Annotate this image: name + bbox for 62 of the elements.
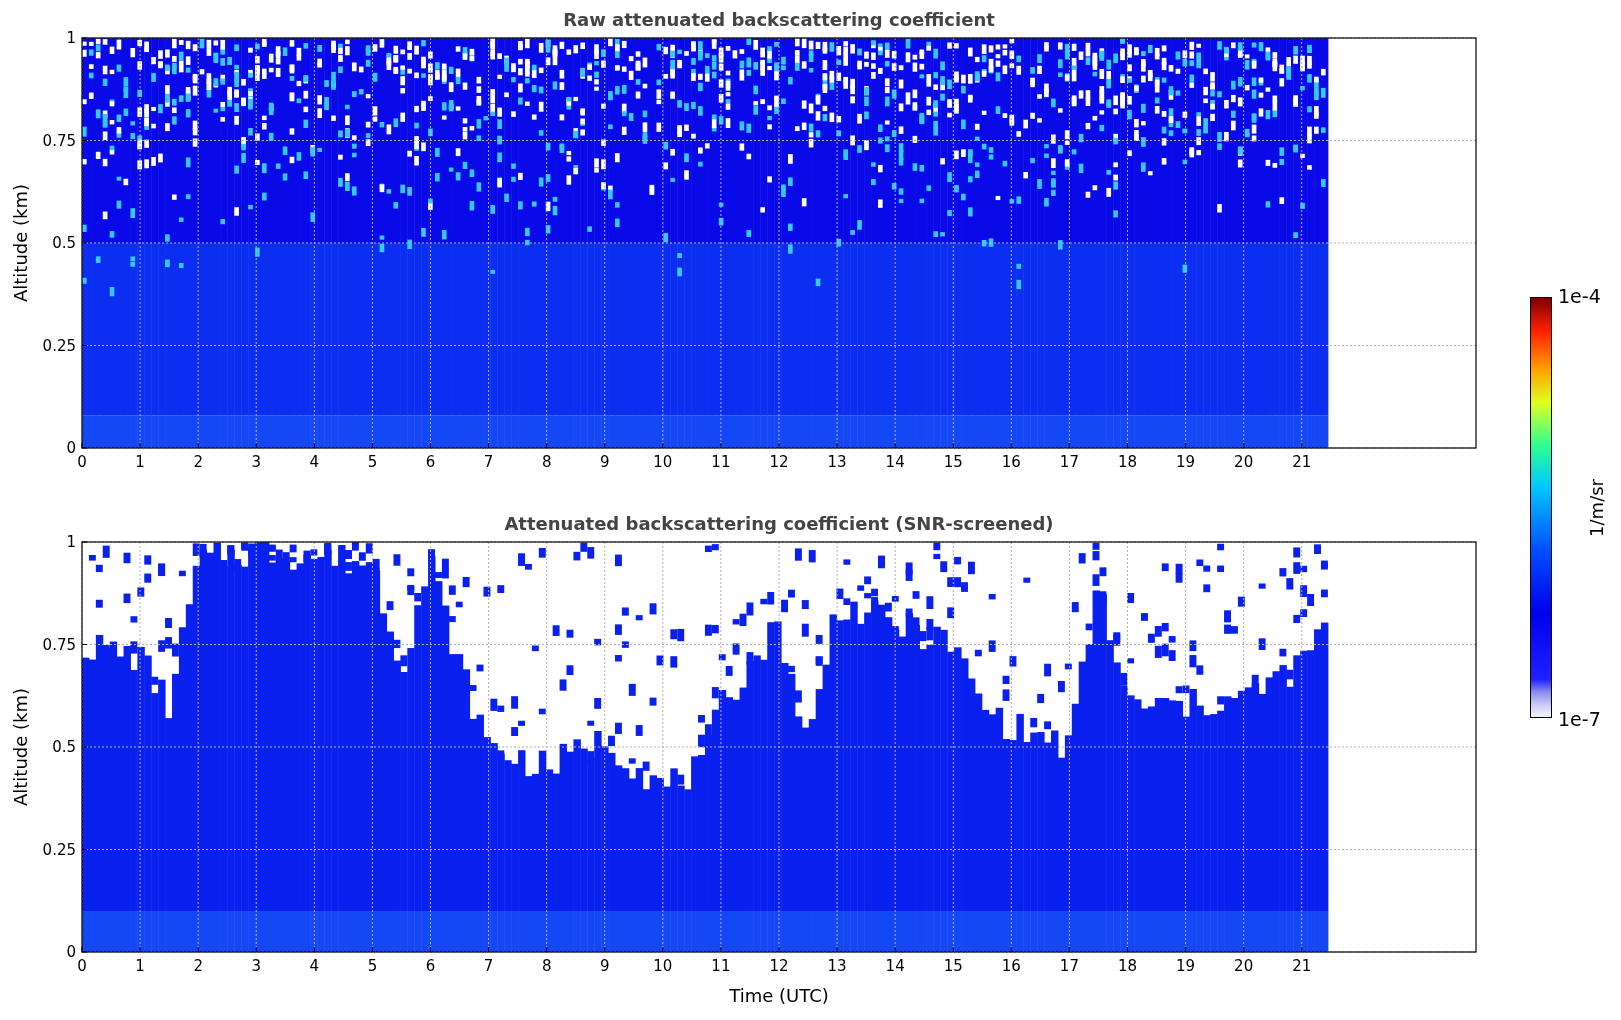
x-tick-label: 11 bbox=[711, 957, 731, 975]
y-tick-label: 1 bbox=[66, 29, 76, 47]
x-tick-label: 16 bbox=[1001, 957, 1021, 975]
x-tick-label: 18 bbox=[1117, 957, 1138, 975]
x-tick-label: 10 bbox=[653, 453, 673, 471]
x-tick-label: 15 bbox=[943, 453, 963, 471]
x-tick-label: 18 bbox=[1117, 453, 1138, 471]
x-tick-label: 0 bbox=[77, 453, 87, 471]
x-tick-label: 1 bbox=[135, 453, 145, 471]
x-tick-label: 10 bbox=[653, 957, 673, 975]
x-tick-label: 14 bbox=[885, 957, 905, 975]
chart-title: Raw attenuated backscattering coefficient bbox=[563, 9, 995, 30]
x-tick-label: 19 bbox=[1176, 957, 1196, 975]
x-tick-label: 8 bbox=[541, 957, 552, 975]
x-tick-label: 12 bbox=[769, 453, 789, 471]
x-tick-label: 5 bbox=[367, 453, 378, 471]
colorbar-min-label: 1e-7 bbox=[1558, 708, 1601, 730]
x-tick-label: 14 bbox=[885, 453, 905, 471]
y-tick-label: 0.75 bbox=[42, 635, 76, 654]
x-tick-label: 1 bbox=[135, 957, 145, 975]
y-tick-label: 0.25 bbox=[42, 840, 76, 859]
x-tick-label: 8 bbox=[541, 453, 552, 471]
x-tick-label: 7 bbox=[483, 957, 494, 975]
y-axis-label: Altitude (km) bbox=[10, 687, 31, 807]
x-tick-label: 20 bbox=[1234, 957, 1254, 975]
x-tick-label: 15 bbox=[943, 957, 963, 975]
y-tick-label: 0.5 bbox=[52, 234, 76, 252]
x-tick-label: 6 bbox=[425, 957, 436, 975]
y-tick-label: 0 bbox=[66, 943, 76, 961]
x-tick-label: 12 bbox=[769, 957, 789, 975]
y-tick-label: 1 bbox=[66, 533, 76, 551]
x-tick-label: 17 bbox=[1059, 453, 1079, 471]
y-axis-label: Altitude (km) bbox=[10, 183, 31, 303]
x-tick-label: 16 bbox=[1001, 453, 1021, 471]
x-tick-label: 11 bbox=[711, 453, 731, 471]
colorbar-max-label: 1e-4 bbox=[1558, 285, 1601, 307]
chart-title: Attenuated backscattering coefficient (SNR-screened) bbox=[504, 513, 1054, 534]
colorbar-unit-label: 1/m/sr bbox=[1586, 478, 1607, 537]
x-tick-label: 9 bbox=[600, 957, 610, 975]
x-tick-label: 3 bbox=[251, 453, 261, 471]
x-tick-label: 2 bbox=[193, 957, 203, 975]
x-tick-label: 17 bbox=[1059, 957, 1079, 975]
y-tick-label: 0.75 bbox=[42, 131, 76, 150]
x-tick-label: 21 bbox=[1292, 453, 1312, 471]
x-tick-label: 20 bbox=[1234, 453, 1254, 471]
x-tick-label: 9 bbox=[600, 453, 610, 471]
x-axis-label: Time (UTC) bbox=[729, 985, 829, 1006]
x-tick-label: 13 bbox=[827, 453, 847, 471]
y-tick-label: 0.25 bbox=[42, 336, 76, 355]
x-tick-label: 6 bbox=[425, 453, 436, 471]
x-tick-label: 5 bbox=[367, 957, 378, 975]
x-tick-label: 19 bbox=[1176, 453, 1196, 471]
y-tick-label: 0.5 bbox=[52, 738, 76, 756]
x-tick-label: 2 bbox=[193, 453, 203, 471]
x-tick-label: 3 bbox=[251, 957, 261, 975]
x-tick-label: 4 bbox=[309, 453, 320, 471]
x-tick-label: 0 bbox=[77, 957, 87, 975]
x-tick-label: 7 bbox=[483, 453, 494, 471]
y-tick-label: 0 bbox=[66, 439, 76, 457]
x-tick-label: 21 bbox=[1292, 957, 1312, 975]
x-tick-label: 13 bbox=[827, 957, 847, 975]
x-tick-label: 4 bbox=[309, 957, 320, 975]
